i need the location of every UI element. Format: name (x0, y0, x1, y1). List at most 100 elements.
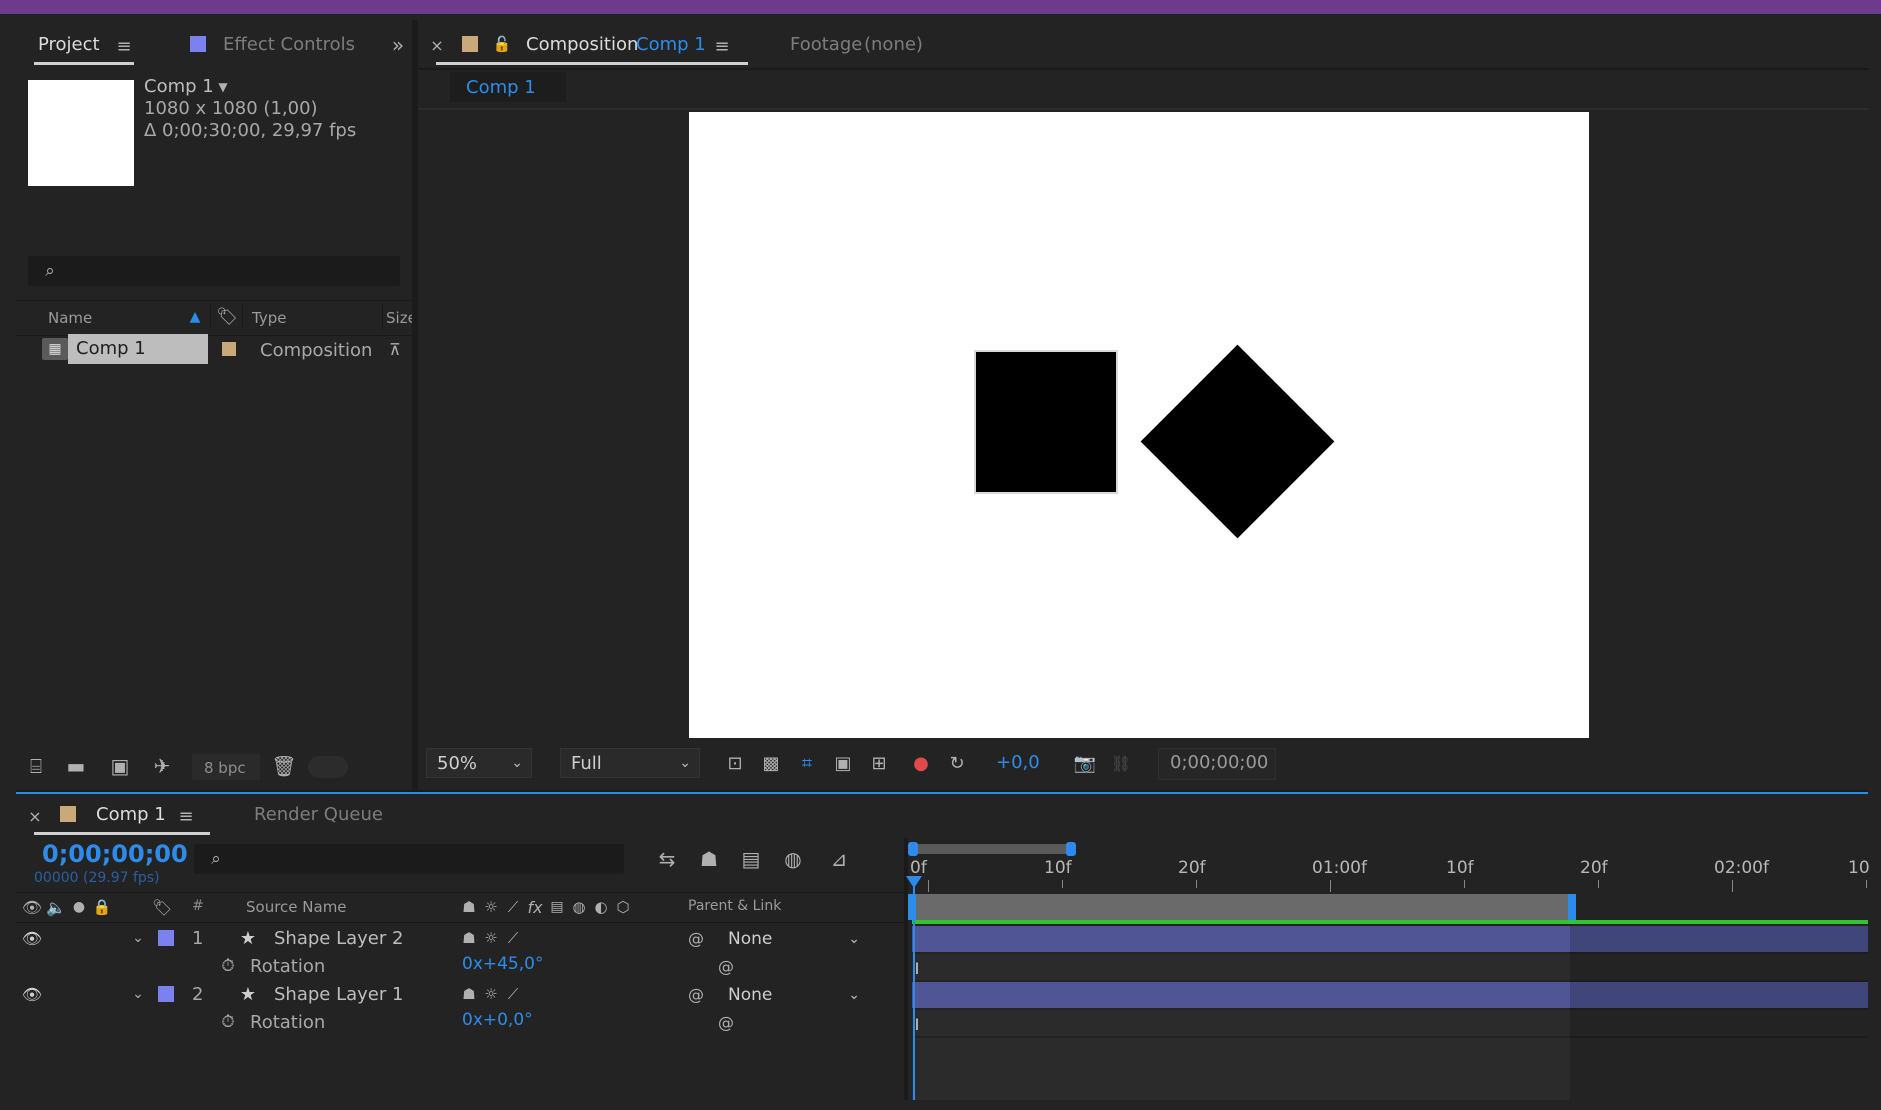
timeline-current-time[interactable]: 0;00;00;00 (42, 840, 188, 868)
eye-icon[interactable]: 👁 (20, 982, 44, 1006)
composition-mini-flowchart-icon[interactable]: ⇆ (650, 844, 684, 874)
collapse-switch-icon[interactable]: ☼ (480, 982, 502, 1006)
fast-previews-icon[interactable]: ⊡ (720, 748, 750, 778)
column-name[interactable]: Name (48, 309, 92, 327)
new-composition-icon[interactable]: ▣ (104, 752, 136, 780)
composition-canvas[interactable] (689, 112, 1589, 738)
time-navigator[interactable] (912, 844, 1072, 854)
pick-whip-icon[interactable]: @ (684, 982, 708, 1006)
resolution-dropdown[interactable]: Full ⌄ (560, 748, 700, 778)
twirl-down-icon[interactable]: ⌄ (128, 926, 148, 950)
exposure-value[interactable]: +0,0 (996, 752, 1040, 773)
thumbnail-transparency-toggle[interactable] (308, 756, 348, 778)
composition-tab-label[interactable]: Composition (526, 34, 638, 55)
eye-icon[interactable]: 👁 (20, 926, 44, 950)
lock-icon[interactable]: 🔓 (492, 32, 512, 56)
composition-tab-comp[interactable]: Comp 1 (636, 34, 706, 55)
timeline-search-input[interactable] (194, 844, 624, 874)
flowchart-icon[interactable]: ⊼ (382, 336, 408, 362)
quality-switch-icon[interactable]: ⟋ (502, 926, 524, 950)
layer-label-swatch[interactable] (158, 930, 174, 946)
layer-source-name[interactable]: Shape Layer 2 (274, 928, 403, 949)
square-shape[interactable] (974, 350, 1118, 494)
ruler-tick (1732, 880, 1733, 892)
project-menu-icon[interactable]: ≡ (112, 34, 136, 58)
parent-dropdown[interactable]: None ⌄ (718, 927, 868, 951)
project-item-name[interactable]: Comp 1 (68, 334, 208, 364)
motion-blur-switch-icon[interactable]: ◍ (568, 894, 590, 920)
tab-effect-controls[interactable]: Effect Controls (223, 34, 355, 55)
parent-dropdown[interactable]: None ⌄ (718, 983, 868, 1007)
adobe-dynamic-link-icon[interactable]: ✈ (146, 752, 178, 780)
tab-render-queue[interactable]: Render Queue (254, 804, 383, 825)
quality-switch-icon[interactable]: ⟋ (502, 894, 524, 920)
region-of-interest-icon[interactable]: ▣ (828, 748, 858, 778)
pick-whip-icon[interactable]: @ (684, 926, 708, 950)
time-navigator-end-handle[interactable] (1066, 842, 1076, 856)
property-value[interactable]: 0x+45,0° (462, 954, 543, 974)
property-value[interactable]: 0x+0,0° (462, 1010, 533, 1030)
comp-info-dropdown-icon[interactable]: ▼ (214, 78, 232, 96)
composition-menu-icon[interactable]: ≡ (710, 34, 734, 58)
motion-blur-icon[interactable]: ◍ (776, 844, 810, 874)
label-tag-icon[interactable]: 🏷 (216, 306, 238, 328)
quality-switch-icon[interactable]: ⟋ (502, 982, 524, 1006)
label-tag-icon[interactable]: 🏷 (150, 894, 174, 920)
shy-layers-icon[interactable]: ☗ (692, 844, 726, 874)
sort-ascending-icon[interactable]: ▲ (184, 308, 206, 326)
video-visibility-icon[interactable]: 👁 (20, 894, 44, 920)
keyframe-i-beam-icon[interactable]: I (908, 956, 926, 980)
transparency-grid-icon[interactable]: ▩ (756, 748, 786, 778)
trash-icon[interactable]: 🗑 (268, 752, 300, 780)
column-parent-link[interactable]: Parent & Link (688, 898, 781, 914)
show-snapshot-icon[interactable]: ⛓ (1106, 748, 1136, 778)
adjustment-layer-switch-icon[interactable]: ◐ (590, 894, 612, 920)
project-search-input[interactable] (28, 256, 400, 286)
lock-icon[interactable]: 🔒 (90, 894, 114, 920)
frame-blend-switch-icon[interactable]: ▤ (546, 894, 568, 920)
audio-icon[interactable]: 🔈 (44, 894, 68, 920)
shy-switch-icon[interactable]: ☗ (458, 926, 480, 950)
work-area-bar[interactable] (912, 894, 1570, 920)
column-source-name[interactable]: Source Name (246, 898, 347, 916)
item-label-swatch[interactable] (222, 342, 236, 356)
collapse-switch-icon[interactable]: ☼ (480, 894, 502, 920)
magnification-dropdown[interactable]: 50% ⌄ (426, 748, 532, 778)
grid-guides-icon[interactable]: ⊞ (864, 748, 894, 778)
collapse-switch-icon[interactable]: ☼ (480, 926, 502, 950)
timeline-tab-comp[interactable]: Comp 1 (96, 804, 166, 825)
close-tab-icon[interactable]: × (428, 34, 446, 56)
timeline-menu-icon[interactable]: ≡ (174, 804, 198, 828)
snapshot-camera-icon[interactable]: 📷 (1070, 748, 1100, 778)
pick-whip-icon[interactable]: @ (714, 1010, 738, 1034)
frame-blending-icon[interactable]: ▤ (734, 844, 768, 874)
tab-project[interactable]: Project (38, 34, 100, 55)
layer-label-swatch[interactable] (158, 986, 174, 1002)
panel-overflow-icon[interactable]: » (384, 32, 412, 58)
3d-layer-switch-icon[interactable]: ⬡ (612, 894, 634, 920)
mask-path-visibility-icon[interactable]: ⌗ (792, 748, 822, 778)
interpret-footage-icon[interactable]: ⌸ (20, 752, 52, 780)
new-folder-icon[interactable]: ▬ (60, 752, 92, 780)
work-area-end[interactable] (1568, 894, 1576, 920)
effects-switch-icon[interactable]: fx (524, 894, 546, 920)
reset-exposure-icon[interactable]: ↻ (942, 748, 972, 778)
close-tab-icon[interactable]: × (26, 804, 44, 828)
show-channel-icon[interactable]: ● (906, 748, 936, 778)
column-type[interactable]: Type (252, 309, 286, 327)
graph-editor-icon[interactable]: ⊿ (822, 844, 856, 874)
keyframe-i-beam-icon[interactable]: I (908, 1012, 926, 1036)
solo-icon[interactable]: ● (68, 894, 90, 920)
stopwatch-icon[interactable]: ⏱ (216, 954, 240, 978)
layer-source-name[interactable]: Shape Layer 1 (274, 984, 403, 1005)
shy-switch-icon[interactable]: ☗ (458, 894, 480, 920)
time-navigator-start-handle[interactable] (908, 842, 918, 856)
time-ruler[interactable]: 0f 10f 20f 01:00f 10f 20f 02:00f 10 (910, 856, 1870, 892)
ruler-tick (1062, 880, 1063, 888)
stopwatch-icon[interactable]: ⏱ (216, 1010, 240, 1034)
comp-info-name[interactable]: Comp 1 (144, 76, 214, 97)
twirl-down-icon[interactable]: ⌄ (128, 982, 148, 1006)
pick-whip-icon[interactable]: @ (714, 954, 738, 978)
footage-tab[interactable]: Footage (790, 34, 862, 55)
shy-switch-icon[interactable]: ☗ (458, 982, 480, 1006)
